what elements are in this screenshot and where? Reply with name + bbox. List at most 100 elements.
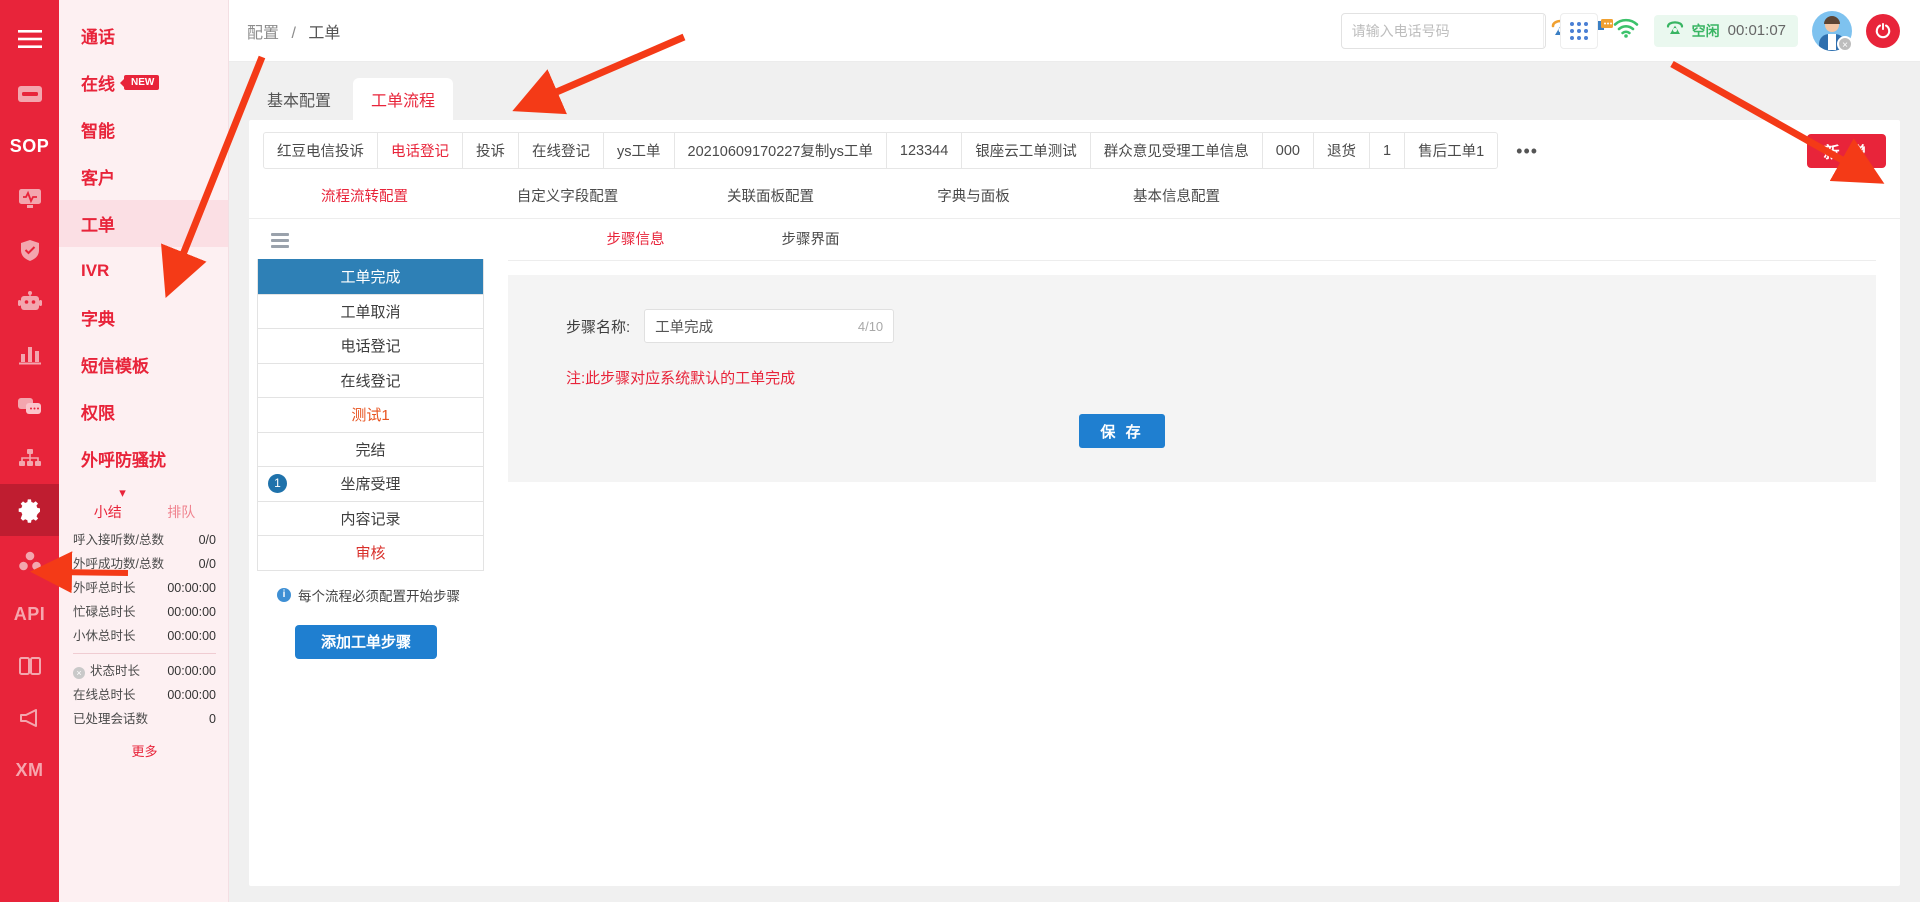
agent-status-pill[interactable]: 空闲 00:01:07 — [1653, 14, 1798, 47]
flow-tab[interactable]: 000 — [1263, 133, 1314, 168]
summary-label: 呼入接听数/总数 — [73, 533, 164, 547]
flow-tabs-overflow-icon[interactable]: ••• — [1498, 142, 1556, 160]
chat-bubbles-icon[interactable] — [0, 380, 59, 432]
flow-tab[interactable]: 退货 — [1314, 133, 1370, 168]
add-step-button[interactable]: 添加工单步骤 — [295, 624, 437, 659]
breadcrumb-root[interactable]: 配置 — [247, 25, 279, 42]
tab-workorder-flow[interactable]: 工单流程 — [353, 78, 454, 120]
flow-tab[interactable]: 群众意见受理工单信息 — [1091, 133, 1263, 168]
card-body: 工单完成 工单取消 电话登记 在线登记 测试1 完结 1 坐席受理 内容记录 审… — [249, 219, 1900, 886]
step-name-label: 步骤名称: — [566, 318, 631, 336]
summary-row: 外呼总时长 00:00:00 — [71, 576, 218, 600]
close-circle-icon[interactable]: × — [73, 667, 85, 679]
flow-tab[interactable]: 1 — [1370, 133, 1406, 168]
step-name-counter: 4/10 — [857, 318, 884, 334]
summary-more-button[interactable]: 更多 — [71, 731, 218, 774]
step-item-selected[interactable]: 工单完成 — [258, 259, 483, 294]
avatar-offline-badge[interactable]: × — [1837, 35, 1853, 52]
grid-apps-icon[interactable] — [1559, 12, 1598, 49]
flow-tab[interactable]: 投诉 — [463, 133, 519, 168]
summary-row: × 状态时长 00:00:00 — [71, 659, 218, 683]
sidebar-item-anti-harassment[interactable]: 外呼防骚扰 — [59, 435, 228, 482]
step-label: 坐席受理 — [340, 476, 401, 494]
summary-label: 外呼成功数/总数 — [73, 557, 164, 571]
step-item[interactable]: 电话登记 — [258, 328, 483, 363]
step-hint-text: 每个流程必须配置开始步骤 — [298, 588, 460, 604]
flow-tab[interactable]: ys工单 — [604, 133, 675, 168]
sidebar-item-dictionary[interactable]: 字典 — [59, 294, 228, 341]
sitemap-icon[interactable] — [0, 432, 59, 484]
step-name-input[interactable] — [655, 318, 858, 334]
bar-chart-icon[interactable] — [0, 328, 59, 380]
step-item-start[interactable]: 1 坐席受理 — [258, 466, 483, 501]
avatar-shirt — [1828, 33, 1836, 50]
sidebar-item-customer[interactable]: 客户 — [59, 153, 228, 200]
section-tab-related-panel[interactable]: 关联面板配置 — [669, 175, 872, 218]
sidebar-item-permission[interactable]: 权限 — [59, 388, 228, 435]
info-icon: i — [277, 587, 291, 602]
subtab-step-info[interactable]: 步骤信息 — [548, 219, 723, 260]
sidebar-label: 通话 — [81, 28, 115, 47]
sidebar-label: 工单 — [81, 216, 115, 235]
step-item[interactable]: 在线登记 — [258, 362, 483, 397]
robot-icon[interactable] — [0, 276, 59, 328]
avatar[interactable]: × — [1812, 10, 1853, 52]
megaphone-icon[interactable] — [0, 692, 59, 744]
section-tab-dictionary-panel[interactable]: 字典与面板 — [872, 175, 1075, 218]
summary-value: 00:00:00 — [167, 664, 216, 678]
section-tab-flow-config[interactable]: 流程流转配置 — [263, 175, 466, 218]
summary-row: 小休总时长 00:00:00 — [71, 624, 218, 648]
sidebar-item-ai[interactable]: 智能 — [59, 106, 228, 153]
list-menu-icon[interactable] — [257, 227, 484, 259]
flow-tab[interactable]: 红豆电信投诉 — [264, 133, 378, 168]
book-icon[interactable] — [0, 640, 59, 692]
summary-row: 忙碌总时长 00:00:00 — [71, 600, 218, 624]
summary-tab-summary[interactable]: 小结 — [94, 502, 122, 522]
xm-text-icon[interactable]: XM — [0, 744, 59, 796]
summary-label: 外呼总时长 — [73, 581, 136, 595]
hamburger-icon[interactable] — [0, 10, 59, 68]
step-item[interactable]: 测试1 — [258, 397, 483, 432]
people-icon[interactable] — [0, 536, 59, 588]
summary-tab-queue[interactable]: 排队 — [167, 502, 195, 522]
wifi-icon[interactable] — [1612, 17, 1640, 44]
page-tabs: 基本配置 工单流程 — [229, 62, 1920, 120]
sidebar-item-workorder[interactable]: 工单 — [59, 200, 228, 247]
section-tab-custom-fields[interactable]: 自定义字段配置 — [466, 175, 669, 218]
summary-tabs: 小结 排队 — [71, 500, 218, 528]
subtab-step-ui[interactable]: 步骤界面 — [723, 219, 898, 260]
flow-tab[interactable]: 售后工单1 — [1405, 133, 1497, 168]
api-text-icon[interactable]: API — [0, 588, 59, 640]
sidebar-item-ivr[interactable]: IVR — [59, 247, 228, 294]
flow-tab[interactable]: 在线登记 — [519, 133, 604, 168]
monitor-pulse-icon[interactable] — [0, 172, 59, 224]
step-item[interactable]: 内容记录 — [258, 500, 483, 535]
flow-tab-active[interactable]: 电话登记 — [378, 133, 463, 168]
step-item[interactable]: 审核 — [258, 535, 483, 570]
power-icon[interactable] — [1866, 13, 1900, 48]
phone-card-icon[interactable] — [0, 68, 59, 120]
sidebar-item-online[interactable]: 在线 NEW — [59, 59, 228, 106]
add-flow-button[interactable]: 新 增 — [1806, 133, 1886, 168]
step-list: 工单完成 工单取消 电话登记 在线登记 测试1 完结 1 坐席受理 内容记录 审… — [257, 259, 484, 571]
flow-tab[interactable]: 银座云工单测试 — [962, 133, 1091, 168]
breadcrumb: 配置 / 工单 — [247, 19, 340, 43]
sidebar-item-calls[interactable]: 通话 — [59, 12, 228, 59]
sidebar-item-sms-template[interactable]: 短信模板 — [59, 341, 228, 388]
step-item[interactable]: 完结 — [258, 431, 483, 466]
step-item[interactable]: 工单取消 — [258, 293, 483, 328]
shield-check-icon[interactable] — [0, 224, 59, 276]
collapse-caret-icon[interactable]: ▾ — [49, 486, 196, 500]
section-tab-basic-info[interactable]: 基本信息配置 — [1075, 175, 1278, 218]
step-label: 电话登记 — [340, 338, 401, 356]
tab-basic-config[interactable]: 基本配置 — [249, 78, 349, 120]
flow-tab[interactable]: 123344 — [887, 133, 963, 168]
sop-text-icon[interactable]: SOP — [0, 120, 59, 172]
app-root: SOP API XM 通话 在线 NEW 智能 客户 工单 IVR 字典 短信模… — [0, 0, 1920, 902]
save-button[interactable]: 保 存 — [1079, 414, 1165, 448]
step-form: 步骤名称: 4/10 注:此步骤对应系统默认的工单完成 保 存 — [508, 275, 1876, 482]
gear-icon[interactable] — [0, 484, 59, 536]
flow-tab[interactable]: 20210609170227复制ys工单 — [675, 133, 887, 168]
summary-value: 00:00:00 — [167, 688, 216, 702]
phone-input[interactable] — [1341, 13, 1543, 48]
